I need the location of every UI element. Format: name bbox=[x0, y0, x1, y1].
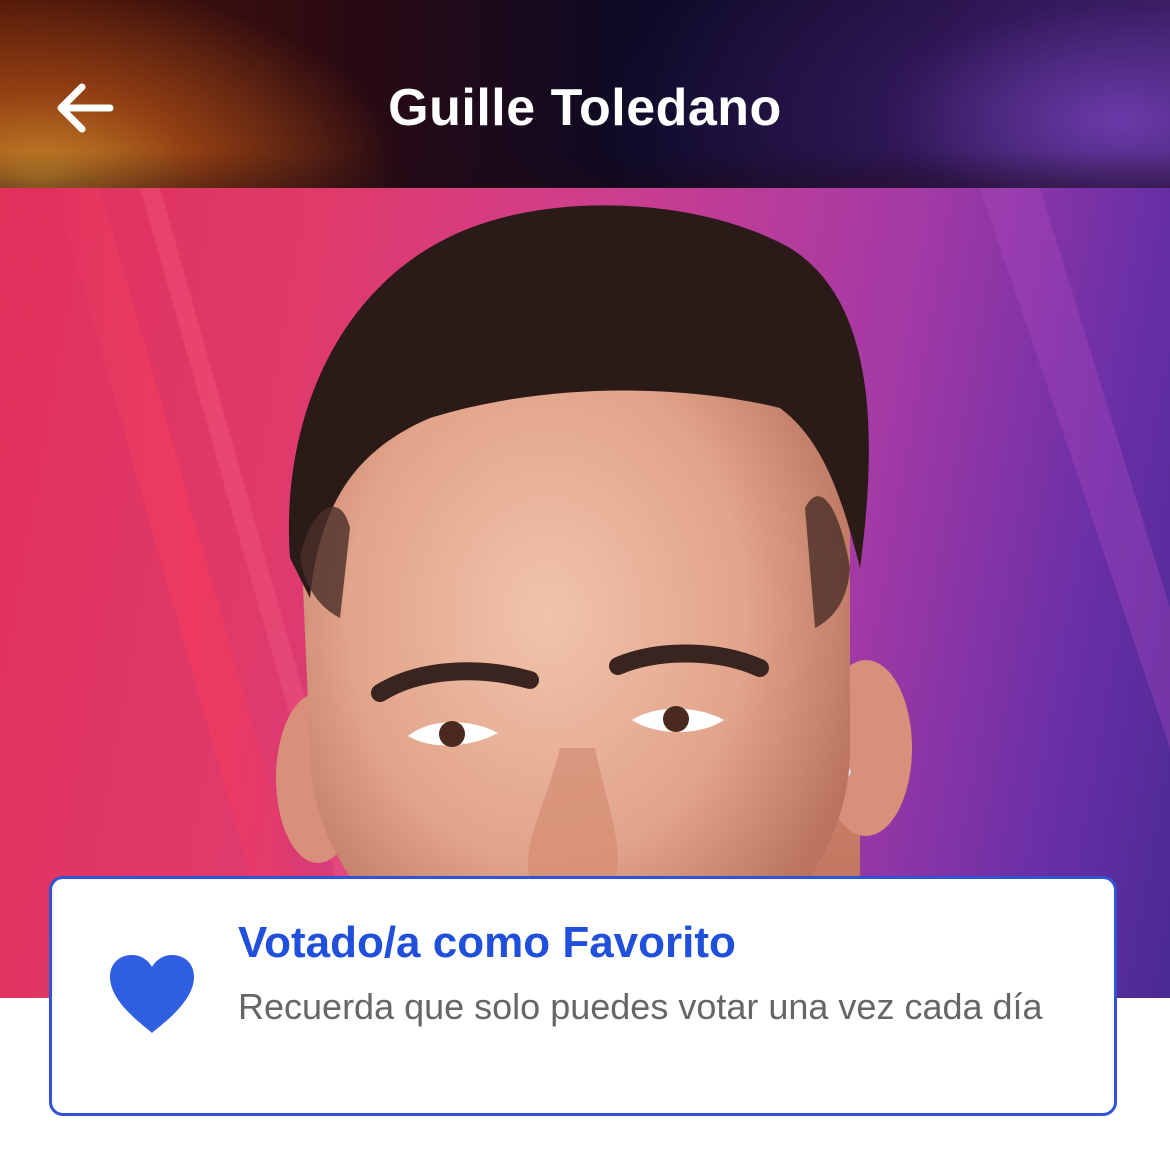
app-bar: Guille Toledano bbox=[0, 0, 1170, 188]
vote-confirmation-card: Votado/a como Favorito Recuerda que solo… bbox=[49, 876, 1117, 1116]
page-title: Guille Toledano bbox=[388, 79, 782, 137]
vote-status-title: Votado/a como Favorito bbox=[238, 918, 736, 967]
vote-status-subtitle: Recuerda que solo puedes votar una vez c… bbox=[238, 986, 1043, 1027]
heart-icon bbox=[110, 955, 194, 1033]
